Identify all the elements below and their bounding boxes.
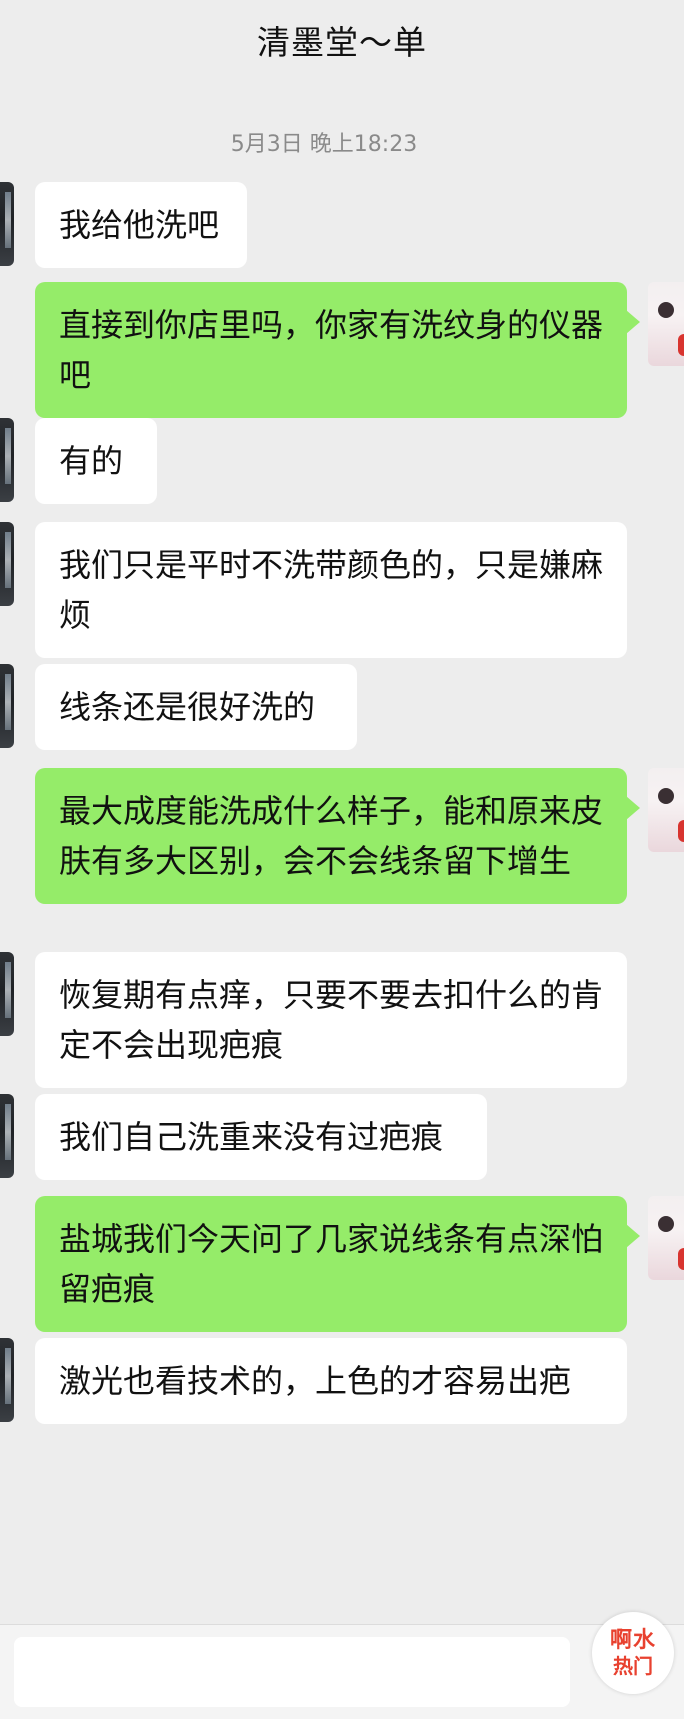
message-text: 我们自己洗重来没有过疤痕 (59, 1118, 444, 1156)
watermark-line1: 啊水 (609, 1628, 656, 1653)
message-input-bar (0, 1624, 684, 1719)
chat-header: 清墨堂～单 (0, 0, 684, 80)
message-text: 有的 (59, 442, 124, 480)
message-timestamp: 5月3日 晚上18:23 (230, 132, 418, 157)
message-text: 我们只是平时不洗带颜色的，只是嫌麻烦 (59, 546, 604, 634)
message-bubble-incoming[interactable]: 激光也看技术的，上色的才容易出疤 (35, 1338, 627, 1424)
message-bubble-incoming[interactable]: 有的 (35, 418, 157, 504)
message-bubble-outgoing[interactable]: 盐城我们今天问了几家说线条有点深怕留疤痕 (35, 1196, 640, 1332)
message-text: 恢复期有点痒，只要不要去扣什么的肯定不会出现疤痕 (59, 976, 604, 1064)
message-text: 激光也看技术的，上色的才容易出疤 (59, 1362, 572, 1400)
message-text: 最大成度能洗成什么样子，能和原来皮肤有多大区别，会不会线条留下增生 (59, 792, 604, 880)
my-avatar[interactable] (648, 282, 684, 366)
message-bubble-incoming[interactable]: 恢复期有点痒，只要不要去扣什么的肯定不会出现疤痕 (35, 952, 627, 1088)
watermark-logo: 啊水 热门 (592, 1612, 674, 1694)
message-bubble-incoming[interactable]: 线条还是很好洗的 (35, 664, 357, 750)
message-text: 我给他洗吧 (59, 206, 220, 244)
message-text: 线条还是很好洗的 (59, 688, 316, 726)
message-text: 直接到你店里吗，你家有洗纹身的仪器吧 (59, 306, 604, 394)
message-bubble-outgoing[interactable]: 最大成度能洗成什么样子，能和原来皮肤有多大区别，会不会线条留下增生 (35, 768, 640, 904)
contact-avatar[interactable] (0, 418, 14, 502)
message-bubble-incoming[interactable]: 我们自己洗重来没有过疤痕 (35, 1094, 487, 1180)
contact-avatar[interactable] (0, 1338, 14, 1422)
my-avatar[interactable] (648, 1196, 684, 1280)
contact-avatar[interactable] (0, 664, 14, 748)
message-bubble-incoming[interactable]: 我们只是平时不洗带颜色的，只是嫌麻烦 (35, 522, 627, 658)
contact-avatar[interactable] (0, 182, 14, 266)
message-text: 盐城我们今天问了几家说线条有点深怕留疤痕 (59, 1220, 604, 1308)
my-avatar[interactable] (648, 768, 684, 852)
watermark-line2: 热门 (613, 1654, 653, 1678)
chat-title[interactable]: 清墨堂～单 (257, 16, 427, 64)
message-bubble-incoming[interactable]: 我给他洗吧 (35, 182, 247, 268)
contact-avatar[interactable] (0, 1094, 14, 1178)
contact-avatar[interactable] (0, 522, 14, 606)
contact-avatar[interactable] (0, 952, 14, 1036)
message-input[interactable] (14, 1637, 570, 1707)
message-bubble-outgoing[interactable]: 直接到你店里吗，你家有洗纹身的仪器吧 (35, 282, 640, 418)
